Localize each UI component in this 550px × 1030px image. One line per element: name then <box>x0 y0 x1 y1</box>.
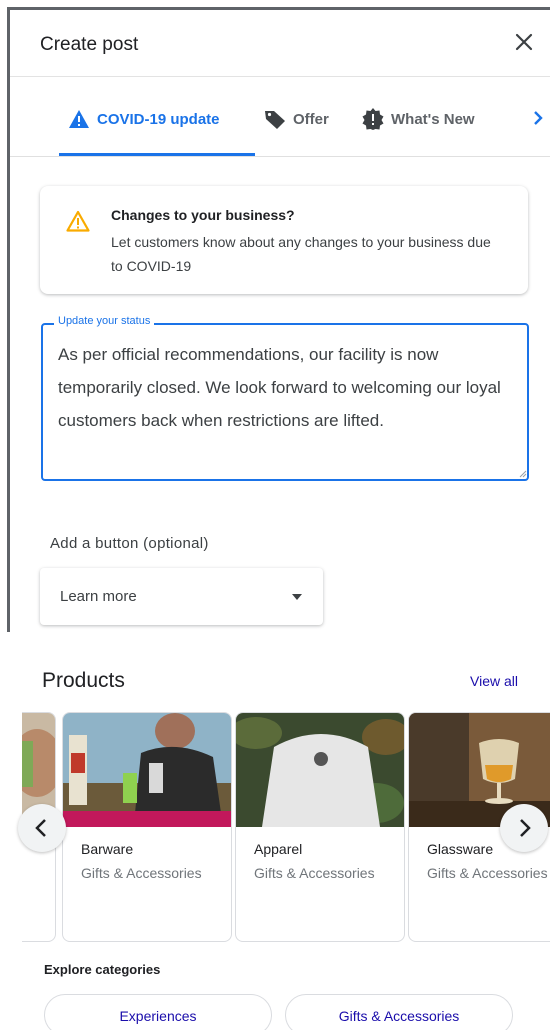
tabs-divider <box>10 156 550 157</box>
tab-offer[interactable]: Offer <box>264 104 329 134</box>
product-card-apparel[interactable]: Apparel Gifts & Accessories <box>235 712 405 942</box>
tab-covid-19-update[interactable]: COVID-19 update <box>68 104 220 134</box>
product-category: Gifts & Accessories <box>427 865 548 881</box>
product-category: Gifts & Accessories <box>254 865 375 881</box>
carousel-next-button[interactable] <box>500 804 548 852</box>
status-text-value[interactable]: As per official recommendations, our fac… <box>58 338 518 437</box>
tab-label: COVID-19 update <box>97 110 220 128</box>
notice-body: Let customers know about any changes to … <box>111 234 491 274</box>
button-type-dropdown[interactable]: Learn more <box>40 568 323 625</box>
tab-whats-new[interactable]: What's New <box>362 104 475 134</box>
warning-icon <box>69 110 89 128</box>
covid-notice-card: Changes to your business? Let customers … <box>40 186 528 294</box>
product-name: Barware <box>81 841 134 857</box>
dialog-title: Create post <box>40 34 139 55</box>
tab-label: Offer <box>293 110 329 128</box>
product-name: Apparel <box>254 841 303 857</box>
warning-icon <box>66 210 90 232</box>
announcement-icon <box>362 108 384 130</box>
products-carousel: Barware Gifts & Accessories Apparel Gift… <box>22 712 550 944</box>
add-button-label: Add a button (optional) <box>50 535 209 552</box>
product-name: Glassware <box>427 841 494 857</box>
tag-icon <box>265 111 285 129</box>
header-divider <box>10 76 550 77</box>
chevron-left-icon <box>35 819 46 837</box>
dropdown-selected-value: Learn more <box>60 588 137 605</box>
chevron-right-icon <box>520 819 531 837</box>
product-image-barware <box>63 713 231 827</box>
product-image-apparel <box>236 713 404 827</box>
view-all-link[interactable]: View all <box>470 673 518 689</box>
products-title: Products <box>42 669 125 692</box>
chevron-right-icon[interactable] <box>530 108 546 128</box>
tab-label: What's New <box>391 110 475 128</box>
explore-categories-label: Explore categories <box>44 962 161 977</box>
product-category: Gifts & Accessories <box>81 865 202 881</box>
carousel-prev-button[interactable] <box>18 804 66 852</box>
close-icon[interactable] <box>512 30 536 54</box>
dialog-frame-top <box>10 7 550 10</box>
dialog-frame-left <box>7 7 10 632</box>
category-chip-gifts-accessories[interactable]: Gifts & Accessories <box>285 994 513 1030</box>
caret-down-icon <box>292 594 302 600</box>
product-card-barware[interactable]: Barware Gifts & Accessories <box>62 712 232 942</box>
notice-title: Changes to your business? <box>111 207 295 223</box>
resize-handle-icon[interactable] <box>519 470 527 478</box>
create-post-dialog: Create post COVID-19 update Offer What's… <box>0 0 550 632</box>
category-chip-experiences[interactable]: Experiences <box>44 994 272 1030</box>
status-field-label: Update your status <box>54 315 155 327</box>
